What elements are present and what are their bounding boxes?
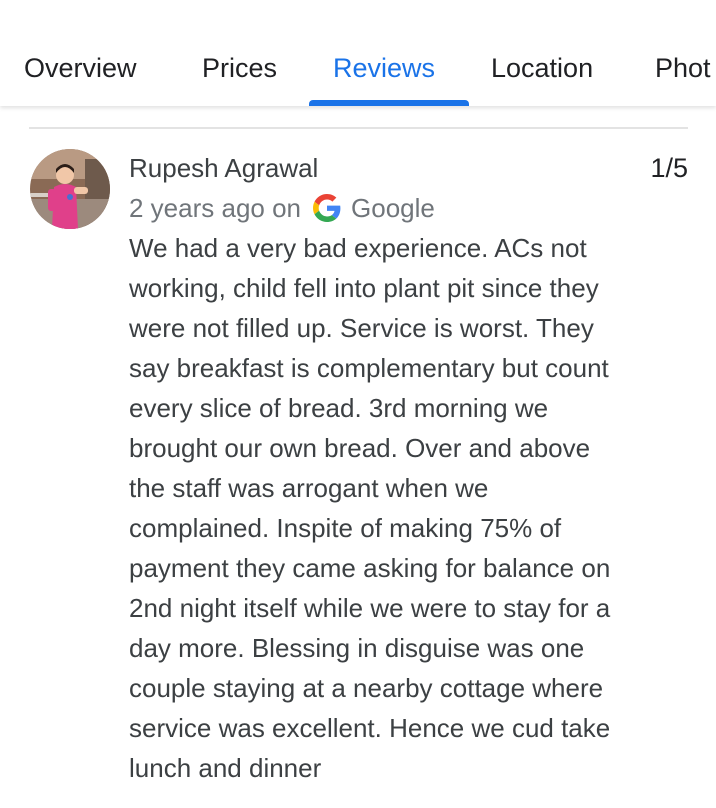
review-time: 2 years ago on — [129, 193, 302, 223]
review-text: We had a very bad experience. ACs not wo… — [129, 233, 611, 783]
tab-reviews[interactable]: Reviews — [333, 52, 435, 84]
review-author[interactable]: Rupesh Agrawal — [129, 152, 318, 184]
tab-bar: Overview Prices Reviews Location Phot — [0, 0, 716, 106]
divider — [29, 127, 688, 129]
tab-location[interactable]: Location — [491, 52, 593, 84]
review-meta: 2 years ago on Google — [129, 192, 435, 224]
review-source: Google — [351, 193, 435, 223]
active-tab-indicator — [309, 100, 469, 106]
tab-overview[interactable]: Overview — [24, 52, 137, 84]
tab-prices[interactable]: Prices — [202, 52, 277, 84]
avatar[interactable] — [30, 149, 110, 229]
review-page: Overview Prices Reviews Location Phot Ru… — [0, 0, 716, 808]
review-rating: 1/5 — [650, 153, 688, 183]
tab-photos[interactable]: Phot — [655, 52, 711, 84]
avatar-photo-icon — [30, 149, 110, 229]
google-g-icon — [313, 194, 341, 222]
